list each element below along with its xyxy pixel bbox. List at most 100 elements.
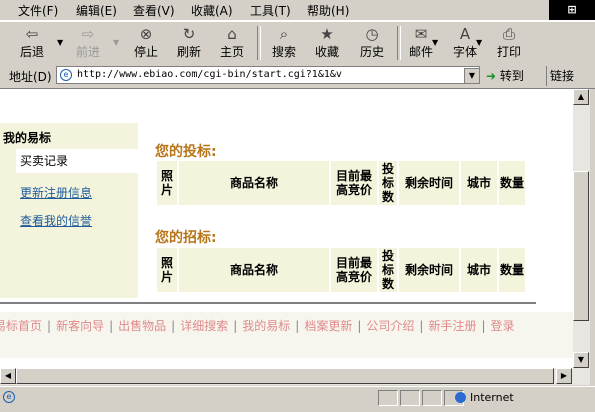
stop-button[interactable]: ⊗ 停止 xyxy=(124,24,168,62)
search-icon: ⌕ xyxy=(279,25,289,43)
footer-link-new-guide[interactable]: 新客向导 xyxy=(56,319,104,333)
footer-link-home[interactable]: 易标首页 xyxy=(0,319,42,333)
scroll-right-icon[interactable]: ▶ xyxy=(556,368,572,384)
footer-link-login[interactable]: 登录 xyxy=(491,319,515,333)
footer-link-my-ebiao[interactable]: 我的易标 xyxy=(242,319,290,333)
toolbar: ⇦ 后退 ▼ ⇨ 前进 ▼ ⊗ 停止 ↻ 刷新 ⌂ 主页 ⌕ 搜索 ★ 收藏 ◷… xyxy=(0,21,595,65)
address-dropdown-icon[interactable]: ▼ xyxy=(464,68,480,84)
invites-col-bid-count: 投标数 xyxy=(379,248,397,292)
print-button[interactable]: ⎙ 打印 xyxy=(487,24,531,62)
stop-label: 停止 xyxy=(133,45,158,59)
invites-col-time-left: 剩余时间 xyxy=(399,248,459,292)
status-cell xyxy=(400,390,420,406)
forward-dropdown-icon[interactable]: ▼ xyxy=(113,38,119,47)
menu-file[interactable]: 文件(F) xyxy=(18,2,58,19)
sidebar-item-current: 买卖记录 xyxy=(16,149,138,173)
refresh-label: 刷新 xyxy=(176,45,201,59)
address-label: 地址(D) xyxy=(9,70,52,84)
footer-link-register[interactable]: 新手注册 xyxy=(428,319,476,333)
sidebar-title: 我的易标 xyxy=(3,131,52,145)
invites-col-name: 商品名称 xyxy=(179,248,329,292)
content-divider xyxy=(0,302,536,304)
sidebar: 我的易标 买卖记录 更新注册信息 查看我的信誉 xyxy=(0,123,138,298)
horizontal-scroll-thumb[interactable] xyxy=(16,368,554,384)
font-dropdown-icon[interactable]: ▼ xyxy=(476,38,482,47)
refresh-icon: ↻ xyxy=(182,25,196,43)
footer-link-profile[interactable]: 档案更新 xyxy=(304,319,352,333)
go-arrow-icon: ➜ xyxy=(486,69,497,83)
vertical-scrollbar[interactable]: ▲ ▼ xyxy=(573,89,590,368)
back-button[interactable]: ⇦ 后退 xyxy=(10,24,54,62)
menu-edit[interactable]: 编辑(E) xyxy=(76,2,117,19)
menu-favorites[interactable]: 收藏(A) xyxy=(191,2,233,19)
scroll-up-icon[interactable]: ▲ xyxy=(573,89,589,105)
status-cell xyxy=(422,390,442,406)
menu-tools[interactable]: 工具(T) xyxy=(250,2,291,19)
print-label: 打印 xyxy=(496,45,521,59)
refresh-button[interactable]: ↻ 刷新 xyxy=(167,24,211,62)
search-label: 搜索 xyxy=(271,45,296,59)
mail-dropdown-icon[interactable]: ▼ xyxy=(432,38,438,47)
menu-help[interactable]: 帮助(H) xyxy=(307,2,349,19)
footer-separator: | xyxy=(171,319,176,333)
footer-separator: | xyxy=(295,319,300,333)
internet-zone-icon xyxy=(455,392,466,403)
go-label: 转到 xyxy=(499,69,524,83)
menu-view[interactable]: 查看(V) xyxy=(133,2,175,19)
status-bar: e Internet xyxy=(0,386,595,412)
sidebar-link-view-reputation[interactable]: 查看我的信誉 xyxy=(20,212,92,229)
bids-col-bid-count: 投标数 xyxy=(379,161,397,205)
footer-link-about[interactable]: 公司介绍 xyxy=(366,319,414,333)
footer-nav: 易标首页 | 新客向导 | 出售物品 | 详细搜索 | 我的易标 | 档案更新 | 公司介绍 | 新手注册 |… xyxy=(0,317,536,336)
back-label: 后退 xyxy=(19,45,44,59)
bids-section-title: 您的投标: xyxy=(155,144,217,160)
footer-link-sell[interactable]: 出售物品 xyxy=(118,319,166,333)
footer-separator: | xyxy=(481,319,486,333)
history-button[interactable]: ◷ 历史 xyxy=(350,24,394,62)
footer-separator: | xyxy=(357,319,362,333)
favorites-label: 收藏 xyxy=(314,45,339,59)
forward-label: 前进 xyxy=(75,45,100,59)
toolbar-separator xyxy=(257,26,261,60)
stop-icon: ⊗ xyxy=(139,25,153,43)
vertical-scroll-thumb[interactable] xyxy=(573,171,589,321)
status-cell xyxy=(378,390,398,406)
horizontal-scrollbar[interactable]: ◀ ▶ xyxy=(0,368,590,385)
sidebar-link-update-registration[interactable]: 更新注册信息 xyxy=(20,184,92,201)
menu-bar: 文件(F) 编辑(E) 查看(V) 收藏(A) 工具(T) 帮助(H) xyxy=(0,0,595,21)
invites-section-title: 您的招标: xyxy=(155,230,217,246)
bids-col-high-bid: 目前最高竞价 xyxy=(331,161,377,205)
footer-link-search[interactable]: 详细搜索 xyxy=(180,319,228,333)
page-ie-icon: e xyxy=(60,69,72,81)
invites-col-city: 城市 xyxy=(461,248,497,292)
address-url[interactable]: http://www.ebiao.com/cgi-bin/start.cgi?1… xyxy=(77,69,342,80)
invites-table: 照片 商品名称 目前最高竞价 投标数 剩余时间 城市 数量 xyxy=(155,246,527,294)
back-dropdown-icon[interactable]: ▼ xyxy=(57,38,63,47)
home-icon: ⌂ xyxy=(227,25,237,43)
search-button[interactable]: ⌕ 搜索 xyxy=(262,24,306,62)
invites-table-header: 照片 商品名称 目前最高竞价 投标数 剩余时间 城市 数量 xyxy=(157,248,525,292)
favorites-button[interactable]: ★ 收藏 xyxy=(305,24,349,62)
address-input[interactable]: e http://www.ebiao.com/cgi-bin/start.cgi… xyxy=(56,66,480,84)
history-icon: ◷ xyxy=(365,25,379,43)
forward-arrow-icon: ⇨ xyxy=(81,25,95,43)
scroll-left-icon[interactable]: ◀ xyxy=(0,368,16,384)
forward-button[interactable]: ⇨ 前进 xyxy=(66,24,110,62)
back-arrow-icon: ⇦ xyxy=(25,25,39,43)
footer-separator: | xyxy=(47,319,52,333)
status-ie-icon: e xyxy=(3,391,15,403)
scroll-down-icon[interactable]: ▼ xyxy=(573,352,589,368)
bids-col-name: 商品名称 xyxy=(179,161,329,205)
page-content: 我的易标 买卖记录 更新注册信息 查看我的信誉 您的投标: 照片 商品名称 目前… xyxy=(0,89,573,368)
bids-table-header: 照片 商品名称 目前最高竞价 投标数 剩余时间 城市 数量 xyxy=(157,161,525,205)
history-label: 历史 xyxy=(359,45,384,59)
home-button[interactable]: ⌂ 主页 xyxy=(210,24,254,62)
bids-col-city: 城市 xyxy=(461,161,497,205)
go-button[interactable]: ➜ 转到 xyxy=(486,66,538,86)
footer-separator: | xyxy=(419,319,424,333)
invites-col-high-bid: 目前最高竞价 xyxy=(331,248,377,292)
links-button[interactable]: 链接 xyxy=(546,66,595,86)
bids-table: 照片 商品名称 目前最高竞价 投标数 剩余时间 城市 数量 xyxy=(155,159,527,207)
footer-separator: | xyxy=(109,319,114,333)
home-label: 主页 xyxy=(219,45,244,59)
